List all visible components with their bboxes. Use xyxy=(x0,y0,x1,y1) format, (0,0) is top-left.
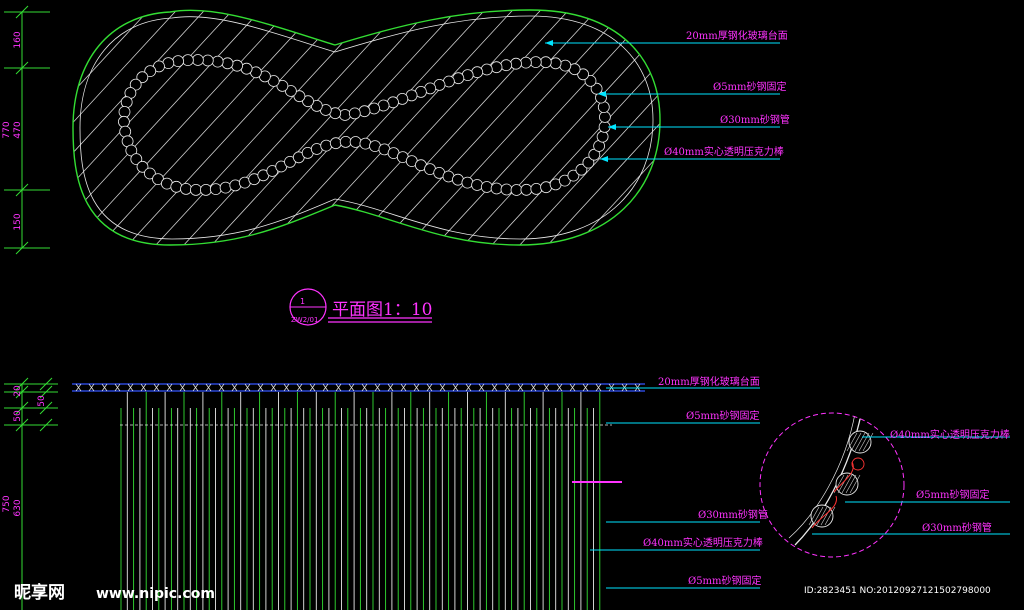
rod-section xyxy=(539,56,552,69)
watermark-logo: 昵享网 xyxy=(14,582,65,603)
rod-section xyxy=(349,136,362,148)
hatch-line xyxy=(73,10,159,245)
rod-section xyxy=(180,182,192,195)
plan-view xyxy=(4,0,998,326)
detail-label-group: Ø40mm实心透明压克力棒 Ø5mm砂钢固定 Ø30mm砂钢管 xyxy=(890,428,1010,534)
rod-section xyxy=(118,115,130,128)
rod-section xyxy=(231,59,244,72)
rod-section xyxy=(211,55,224,68)
rod-section xyxy=(339,109,351,121)
detail-label-acrylic: Ø40mm实心透明压克力棒 xyxy=(890,428,1010,441)
plan-label-fixing: Ø5mm砂钢固定 xyxy=(713,80,787,93)
rod-section xyxy=(500,59,513,72)
watermark-id: ID:2823451 NO:20120927121502798000 xyxy=(804,586,991,596)
dimension-text-group: 160 470 770 150 20 50 50 630 750 xyxy=(2,31,47,516)
elev-label-fixing-2: Ø5mm砂钢固定 xyxy=(688,574,762,587)
cad-drawing: 20mm厚钢化玻璃台面 Ø5mm砂钢固定 Ø30mm砂钢管 Ø40mm实心透明压… xyxy=(2,0,1010,610)
rod-section xyxy=(209,183,222,196)
rod-section xyxy=(359,137,372,150)
rod-section xyxy=(490,61,503,74)
plan-hatch xyxy=(73,0,998,260)
hatch-line xyxy=(73,10,187,245)
rod-section xyxy=(529,56,542,68)
rod-section xyxy=(559,59,572,72)
rod-section xyxy=(120,96,133,109)
plan-leaders xyxy=(545,42,780,160)
rod-section xyxy=(461,176,474,189)
plan-dim-470: 470 xyxy=(13,121,23,138)
detail-label-fixing: Ø5mm砂钢固定 xyxy=(916,488,990,501)
rod-section xyxy=(520,56,532,69)
elev-dim-50b: 50 xyxy=(13,410,23,422)
plan-label-acrylic: Ø40mm实心透明压克力棒 xyxy=(664,145,784,158)
rod-section xyxy=(490,182,503,195)
elevation-view xyxy=(4,377,1010,610)
plan-symbol-bottom: ZW2/01 xyxy=(291,316,318,324)
rod-section xyxy=(181,54,194,66)
watermark-url: www.nipic.com xyxy=(96,586,215,602)
elev-label-acrylic: Ø40mm实心透明压克力棒 xyxy=(643,536,763,549)
rod-section xyxy=(510,184,523,196)
rod-section xyxy=(172,55,185,67)
elev-label-tube: Ø30mm砂钢管 xyxy=(698,508,768,521)
rod-section xyxy=(320,139,333,152)
detail-rod-section xyxy=(851,457,865,471)
plan-dim-770: 770 xyxy=(2,121,12,138)
elev-dim-750: 750 xyxy=(2,495,12,512)
rod-section xyxy=(510,57,522,70)
rod-section xyxy=(219,181,232,194)
rod-section xyxy=(118,106,131,118)
plan-label-group: 20mm厚钢化玻璃台面 Ø5mm砂钢固定 Ø30mm砂钢管 Ø40mm实心透明压… xyxy=(664,29,790,158)
rod-section xyxy=(358,105,371,118)
table-top-inner-edge xyxy=(79,15,654,240)
rod-section xyxy=(201,54,214,67)
rod-section xyxy=(189,183,202,196)
elev-label-fixing: Ø5mm砂钢固定 xyxy=(686,409,760,422)
elev-label-glass: 20mm厚钢化玻璃台面 xyxy=(658,375,760,388)
plan-dim-150: 150 xyxy=(13,213,23,230)
rod-section xyxy=(500,183,513,196)
plan-dim-160: 160 xyxy=(13,31,23,48)
detail-content xyxy=(788,413,874,546)
rod-section xyxy=(596,130,609,143)
rod-section xyxy=(520,183,533,196)
rod-section xyxy=(329,137,342,150)
rod-section xyxy=(170,180,183,193)
rod-section xyxy=(471,179,484,191)
plan-symbol-top: 1 xyxy=(300,297,305,306)
plan-label-tube: Ø30mm砂钢管 xyxy=(720,113,790,126)
rod-section xyxy=(599,111,611,123)
detail-label-tube: Ø30mm砂钢管 xyxy=(922,521,992,534)
elev-label-group: 20mm厚钢化玻璃台面 Ø5mm砂钢固定 Ø30mm砂钢管 Ø40mm实心透明压… xyxy=(643,375,768,587)
rod-section xyxy=(339,135,352,148)
plan-title: 平面图1：10 xyxy=(332,300,432,320)
hatch-line xyxy=(73,10,215,245)
rod-section xyxy=(549,57,562,70)
rod-section xyxy=(221,57,234,70)
elev-dim-630: 630 xyxy=(13,499,23,516)
rod-section xyxy=(480,181,493,193)
hatch-line xyxy=(758,0,998,260)
rod-section xyxy=(191,54,204,66)
elev-dim-20: 20 xyxy=(13,385,23,397)
rod-section xyxy=(530,182,543,195)
rod-section xyxy=(199,183,212,196)
glass-top-hatch xyxy=(75,383,641,392)
elev-dim-50a: 50 xyxy=(37,395,47,407)
rod-section xyxy=(119,125,132,138)
plan-label-glass: 20mm厚钢化玻璃台面 xyxy=(686,29,788,42)
detail-circle xyxy=(759,412,905,558)
rod-section xyxy=(348,107,361,120)
